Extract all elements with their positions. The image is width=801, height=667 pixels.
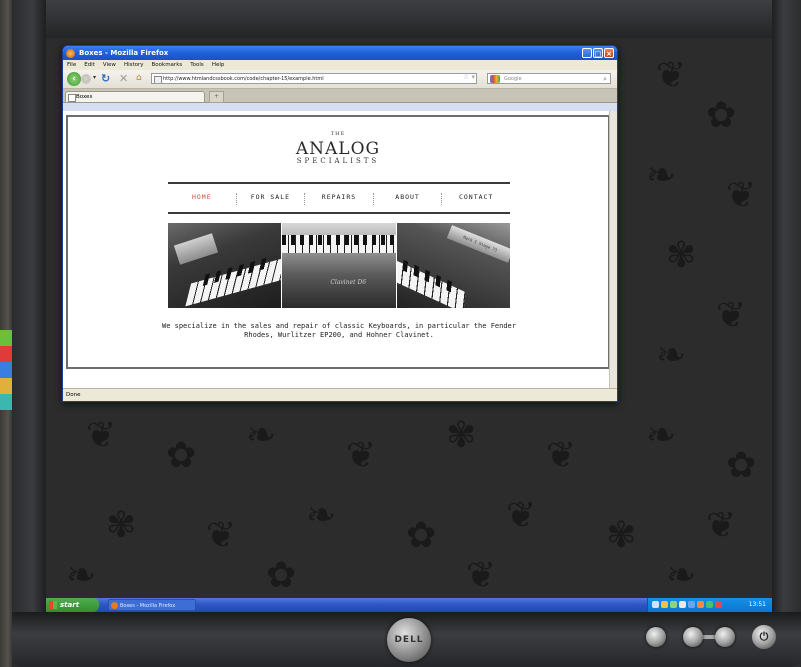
clavinet-black-keys [282, 235, 396, 245]
tagline: We specialize in the sales and repair of… [161, 322, 516, 339]
window-titlebar[interactable]: Boxes - Mozilla Firefox _ □ × [63, 46, 617, 60]
bookmark-star-icon[interactable]: ☆ ▾ [463, 73, 475, 81]
tray-alert-icon[interactable] [715, 601, 722, 608]
monitor-right-bezel [772, 0, 801, 667]
tab-favicon-icon [68, 94, 76, 102]
address-bar[interactable]: http://www.htmlandcssbook.com/code/chapt… [151, 73, 477, 84]
tray-app-icon[interactable] [697, 601, 704, 608]
tray-update-icon[interactable] [670, 601, 677, 608]
monitor-left-bezel [12, 0, 46, 667]
page-viewport: THE ANALOG SPECIALISTS HOME FOR SALE REP… [63, 111, 617, 388]
menu-tools[interactable]: Tools [190, 60, 204, 70]
menu-history[interactable]: History [124, 60, 144, 70]
nav-about[interactable]: ABOUT [372, 193, 442, 205]
photo-rhodes [168, 223, 282, 308]
nav-bottom-rule [168, 212, 510, 214]
tray-icons [652, 601, 722, 609]
search-placeholder: Google [504, 76, 522, 82]
start-label: start [60, 601, 80, 609]
keyboard-photos: Clavinet D6 Mark I Stage 73 [168, 223, 510, 308]
tray-network-icon[interactable] [652, 601, 659, 608]
dell-logo: DELL [387, 618, 431, 662]
nav-repairs[interactable]: REPAIRS [304, 193, 373, 205]
search-icon[interactable]: ⌕ [603, 74, 607, 85]
tray-status-icon[interactable] [706, 601, 713, 608]
system-tray: 13:51 [647, 598, 772, 612]
reload-icon[interactable]: ↻ [101, 72, 110, 85]
photo-stage: Mark I Stage 73 [396, 223, 510, 308]
tab-label: Boxes [76, 94, 93, 100]
start-button[interactable]: start [46, 598, 99, 612]
firefox-icon [66, 49, 75, 58]
page-box: THE ANALOG SPECIALISTS HOME FOR SALE REP… [66, 115, 610, 369]
menu-help[interactable]: Help [212, 60, 225, 70]
photo-clavinet: Clavinet D6 [282, 223, 396, 308]
menu-view[interactable]: View [103, 60, 116, 70]
power-icon[interactable]: ⏻ [752, 625, 776, 649]
nav-contact[interactable]: CONTACT [441, 193, 510, 205]
home-icon[interactable]: ⌂ [136, 73, 142, 83]
clock: 13:51 [748, 601, 766, 608]
rhodes-panel [173, 233, 219, 265]
back-arrow-icon[interactable]: ‹ [67, 72, 81, 86]
tab-strip: Boxes + [63, 89, 617, 103]
windows-logo-icon [49, 601, 57, 609]
clavinet-caption: Clavinet D6 [330, 279, 367, 286]
monitor-down-button[interactable] [683, 627, 703, 647]
search-engine-icon[interactable] [490, 75, 500, 83]
taskbar-item-firefox[interactable]: Boxes - Mozilla Firefox [108, 599, 196, 611]
status-bar: Done [63, 388, 617, 401]
site-navigation: HOME FOR SALE REPAIRS ABOUT CONTACT [168, 193, 510, 205]
logo-main: ANALOG [295, 139, 381, 159]
monitor-top-bezel [12, 0, 801, 40]
tab-boxes[interactable]: Boxes [65, 91, 205, 102]
vertical-scrollbar[interactable] [609, 111, 617, 388]
minimize-icon[interactable]: _ [582, 48, 592, 58]
page-favicon-icon [154, 76, 162, 83]
monitor-up-button[interactable] [715, 627, 735, 647]
tray-display-icon[interactable] [688, 601, 695, 608]
search-input[interactable]: Google ⌕ [487, 73, 611, 84]
sticker-strip [0, 330, 12, 410]
stage-nameplate: Mark I Stage 73 [446, 225, 510, 263]
tray-shield-icon[interactable] [661, 601, 668, 608]
address-url: http://www.htmlandcssbook.com/code/chapt… [163, 76, 324, 82]
navigation-toolbar: ‹ › ▾ ↻ ✕ ⌂ http://www.htmlandcssbook.co… [63, 70, 617, 89]
tray-volume-icon[interactable] [679, 601, 686, 608]
history-dropdown-icon[interactable]: ▾ [93, 74, 96, 81]
menu-edit[interactable]: Edit [84, 60, 95, 70]
forward-arrow-icon[interactable]: › [81, 74, 91, 84]
monitor-menu-button[interactable] [646, 627, 666, 647]
menu-bookmarks[interactable]: Bookmarks [152, 60, 183, 70]
nav-for-sale[interactable]: FOR SALE [235, 193, 305, 205]
window-title: Boxes - Mozilla Firefox [79, 49, 169, 57]
logo-sub: SPECIALISTS [296, 157, 380, 165]
status-text: Done [66, 392, 81, 398]
logo-the: THE [330, 131, 346, 137]
new-tab-button[interactable]: + [209, 91, 224, 103]
firefox-window: Boxes - Mozilla Firefox _ □ × File Edit … [62, 45, 618, 402]
nav-top-rule [168, 182, 510, 184]
close-icon[interactable]: × [604, 48, 614, 58]
taskbar: start Boxes - Mozilla Firefox 13:51 [46, 598, 772, 612]
menu-bar: File Edit View History Bookmarks Tools H… [63, 60, 617, 70]
desktop-screen: ❦ ✿ ❧ ❦ ✾ ❦ ❧ ❦ ✿ ❧ ❦ ✾ ❦ ❧ ✿ ✾ ❦ ❧ ✿ ❦ ✾ ❦ ❧ ✿ ❦ ❧ B… [46, 38, 772, 612]
taskbar-item-label: Boxes - Mozilla Firefox [120, 603, 176, 609]
maximize-icon[interactable]: □ [593, 48, 603, 58]
menu-file[interactable]: File [67, 60, 76, 70]
stop-icon[interactable]: ✕ [119, 72, 128, 85]
window-controls: _ □ × [582, 48, 614, 58]
firefox-icon [111, 602, 118, 609]
nav-home[interactable]: HOME [168, 193, 236, 205]
